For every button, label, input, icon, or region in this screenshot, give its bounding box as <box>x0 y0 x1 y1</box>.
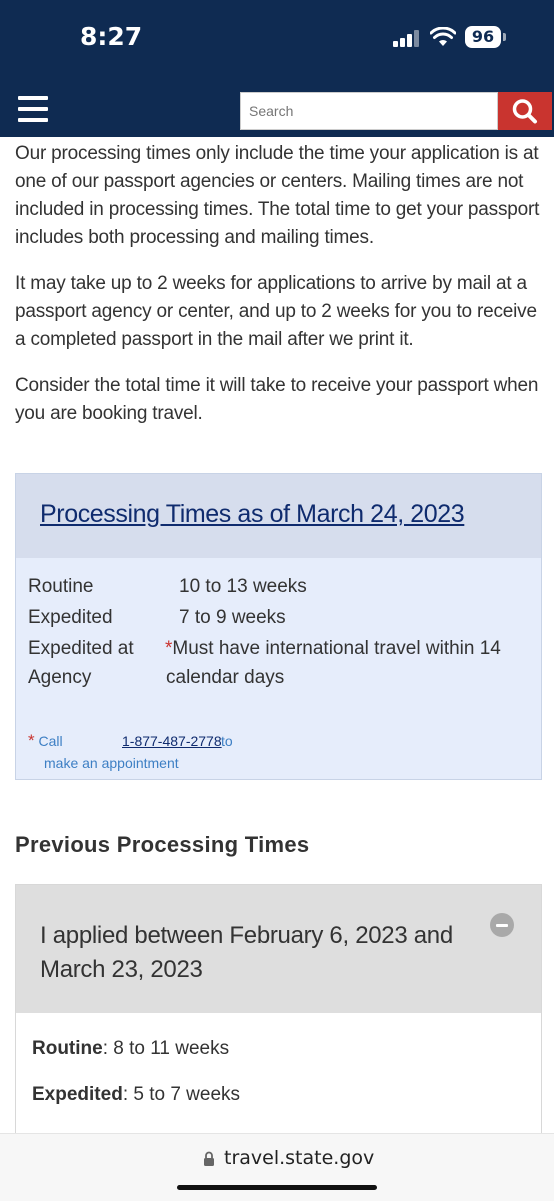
accordion-title: I applied between February 6, 2023 and M… <box>40 922 453 983</box>
intro-content: Our processing times only include the ti… <box>15 140 543 446</box>
phone-link[interactable]: 1-877-487-2778 <box>122 730 222 752</box>
menu-icon[interactable] <box>18 96 48 122</box>
processing-times-box: Processing Times as of March 24, 2023 Ro… <box>15 473 542 780</box>
previous-expedited-line: Expedited: 5 to 7 weeks <box>32 1084 240 1106</box>
agency-value-line2: calendar days <box>166 667 285 688</box>
note-asterisk: * <box>28 731 35 750</box>
collapse-icon[interactable] <box>490 913 514 937</box>
previous-routine-label: Routine <box>32 1038 103 1059</box>
intro-paragraph-1: Our processing times only include the ti… <box>15 143 540 248</box>
previous-routine-value: : 8 to 11 weeks <box>102 1038 230 1059</box>
processing-times-header: Processing Times as of March 24, 2023 <box>16 474 541 558</box>
accordion-header[interactable]: I applied between February 6, 2023 and M… <box>16 885 541 1013</box>
routine-label: Routine <box>28 576 94 597</box>
search-button[interactable] <box>498 92 552 130</box>
site-header <box>0 70 554 137</box>
previous-times-heading: Previous Processing Times <box>15 832 310 857</box>
search-input[interactable] <box>240 92 498 130</box>
note-to: to <box>221 733 233 749</box>
battery-icon: 96 <box>465 26 501 48</box>
routine-value: 10 to 13 weeks <box>179 576 307 597</box>
search-icon <box>512 99 537 124</box>
battery-tip <box>503 33 506 41</box>
agency-value-text: Must have international travel within 14 <box>172 638 501 659</box>
wifi-icon <box>430 27 456 46</box>
status-time: 8:27 <box>80 22 143 51</box>
previous-routine-line: Routine: 8 to 11 weeks <box>32 1038 229 1060</box>
expedited-label: Expedited <box>28 607 113 628</box>
cellular-signal-icon <box>393 29 419 47</box>
note-call: Call <box>38 733 63 749</box>
intro-paragraph-3: Consider the total time it will take to … <box>15 375 539 424</box>
browser-address-bar[interactable]: travel.state.gov <box>0 1133 554 1201</box>
agency-label-line2: Agency <box>28 667 92 688</box>
agency-value-line1: *Must have international travel within 1… <box>165 634 501 663</box>
agency-label-line1: Expedited at <box>28 638 134 659</box>
intro-paragraph-2: It may take up to 2 weeks for applicatio… <box>15 273 537 350</box>
status-bar: 8:27 96 <box>0 0 554 70</box>
note-rest: make an appointment <box>44 755 179 771</box>
expedited-value: 7 to 9 weeks <box>179 607 286 628</box>
lock-icon <box>204 1151 214 1166</box>
previous-expedited-label: Expedited <box>32 1084 123 1105</box>
previous-times-accordion: I applied between February 6, 2023 and M… <box>15 884 542 1164</box>
url-text[interactable]: travel.state.gov <box>224 1147 374 1169</box>
previous-expedited-value: : 5 to 7 weeks <box>122 1084 241 1105</box>
home-indicator[interactable] <box>177 1185 377 1190</box>
processing-times-title-link[interactable]: Processing Times as of March 24, 2023 <box>40 500 465 529</box>
